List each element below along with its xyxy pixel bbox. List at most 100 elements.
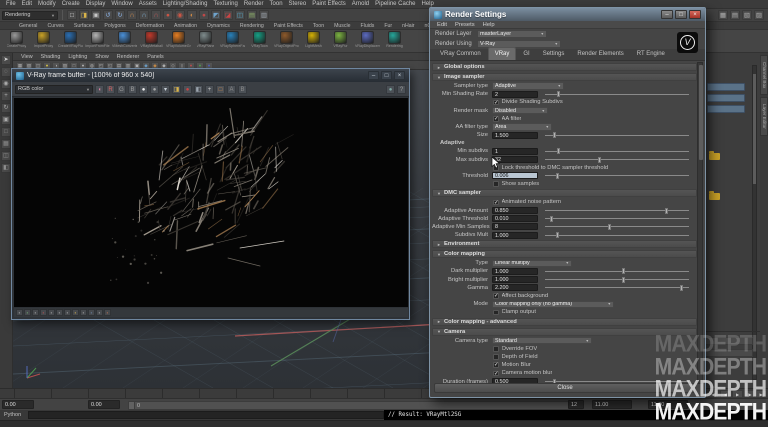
menu-pipeline-cache[interactable]: Pipeline Cache — [372, 0, 418, 9]
rotate-tool-icon[interactable]: ↻ — [1, 103, 11, 113]
current-frame-field[interactable]: 12 — [568, 400, 584, 409]
follow-mouse-icon[interactable]: + — [205, 84, 214, 94]
slider-handle[interactable] — [557, 148, 561, 155]
shelf-tab-dynamics[interactable]: Dynamics — [202, 22, 235, 30]
input-dark-multiplier[interactable]: 1.000 — [492, 267, 538, 275]
vp-menu-lighting[interactable]: Lighting — [64, 53, 91, 60]
fbb-10-icon[interactable]: ▪ — [88, 309, 95, 316]
shelf-item-importfromfile[interactable]: ImportFromFile — [85, 31, 110, 52]
render-settings-icon[interactable]: ● — [199, 10, 209, 20]
slider-max-subdivs[interactable] — [545, 156, 689, 163]
minimize-button[interactable]: – — [368, 71, 379, 80]
blue-channel-icon[interactable]: B — [128, 84, 137, 94]
slider-handle[interactable] — [679, 284, 683, 291]
menu-display[interactable]: Display — [83, 0, 109, 9]
shelf-tab-muscle[interactable]: Muscle — [329, 22, 355, 30]
close-button[interactable]: × — [689, 10, 701, 19]
slider-handle[interactable] — [555, 232, 559, 239]
shelf-tab-fur[interactable]: Fur — [379, 22, 397, 30]
close-button[interactable]: × — [394, 71, 405, 80]
transport-button[interactable]: ◀| — [708, 390, 719, 398]
channel-field[interactable] — [707, 105, 745, 113]
stamp-icon[interactable]: ● — [386, 84, 395, 94]
fbb-4-icon[interactable]: ▪ — [40, 309, 47, 316]
render-view-icon[interactable]: ● — [163, 10, 173, 20]
input-size[interactable]: 1.500 — [492, 131, 538, 139]
move-tool-icon[interactable]: + — [1, 91, 11, 101]
input-gamma[interactable]: 2.200 — [492, 284, 538, 292]
rs-menu-edit[interactable]: Edit — [433, 21, 451, 28]
vp-menu-shading[interactable]: Shading — [37, 53, 65, 60]
input-bright-multiplier[interactable]: 1.000 — [492, 276, 538, 284]
slider-adaptive-amount[interactable] — [545, 207, 689, 214]
input-adaptive-amount[interactable]: 0.850 — [492, 207, 538, 215]
playback-start-field[interactable]: 0.00 — [88, 400, 120, 409]
fbb-6-icon[interactable]: ▪ — [56, 309, 63, 316]
duplicate-buffer-icon[interactable]: ◧ — [194, 84, 203, 94]
checkbox-motion-blur[interactable]: ✓ — [493, 362, 499, 368]
slider-bright-multiplier[interactable] — [545, 276, 689, 283]
slider-gamma[interactable] — [545, 284, 689, 291]
shelf-item-vmeshconverter[interactable]: VMeshConverter — [112, 31, 137, 52]
tab-settings[interactable]: Settings — [537, 48, 571, 60]
section-image-sampler[interactable]: ▼ Image sampler — [432, 73, 697, 81]
input-adaptive-min-samples[interactable]: 8 — [492, 223, 538, 231]
layout-single-icon[interactable]: □ — [1, 127, 11, 137]
minimize-button[interactable]: – — [661, 10, 673, 19]
paint-select-tool-icon[interactable]: ◉ — [1, 79, 11, 89]
fbb-3-icon[interactable]: ▪ — [32, 309, 39, 316]
outline-icon-icon[interactable]: ▧ — [742, 10, 752, 20]
white-balance-icon[interactable]: ● — [139, 84, 148, 94]
layout-split-icon[interactable]: ◫ — [1, 151, 11, 161]
transport-button[interactable]: |▶ — [744, 390, 755, 398]
slider-min-subdivs[interactable] — [545, 148, 689, 155]
slider-handle[interactable] — [622, 268, 626, 275]
checkbox-clamp-output[interactable] — [493, 309, 499, 316]
load-image-icon[interactable]: ◨ — [172, 84, 181, 94]
slider-threshold[interactable] — [545, 172, 689, 179]
menu-create[interactable]: Create — [59, 0, 83, 9]
section-camera[interactable]: ▼ Camera — [432, 327, 697, 336]
fbb-8-icon[interactable]: ▪ — [72, 309, 79, 316]
slider-min-shading-rate[interactable] — [545, 91, 689, 98]
shelf-tab-fluids[interactable]: Fluids — [356, 22, 380, 30]
snap-grid-icon[interactable]: ∩ — [127, 10, 137, 20]
shelf-item-vrayspherefade[interactable]: VRaySphereFade — [220, 31, 245, 52]
compare-a-icon[interactable]: A — [227, 84, 236, 94]
fbb-1-icon[interactable]: ▪ — [16, 309, 23, 316]
dropdown-render-mask[interactable]: Disabled ▼ — [492, 106, 548, 115]
vp-menu-panels[interactable]: Panels — [143, 53, 167, 60]
snap-curve-icon[interactable]: ∩ — [139, 10, 149, 20]
slider-handle[interactable] — [597, 156, 601, 163]
shelf-tab-toon[interactable]: Toon — [308, 22, 329, 30]
red-channel-icon[interactable]: R — [106, 84, 115, 94]
shelf-tab-animation[interactable]: Animation — [169, 22, 202, 30]
slider-handle[interactable] — [557, 91, 561, 98]
layer-row[interactable] — [705, 349, 753, 357]
help-icon[interactable]: ? — [397, 84, 406, 94]
rs-scrollbar[interactable] — [697, 62, 703, 384]
tab-vray[interactable]: VRay — [487, 47, 517, 60]
checkbox-affect-background[interactable]: ✓ — [493, 293, 499, 299]
transport-button[interactable]: ◀ — [720, 390, 731, 398]
section-environment[interactable]: ► Environment — [432, 240, 697, 249]
compare-b-icon[interactable]: B — [238, 84, 247, 94]
shelf-item-vraydisplacement[interactable]: VRayDisplacement — [355, 31, 380, 52]
shelf-item-vrayvolumegrid[interactable]: VRayVolumeGrid — [166, 31, 191, 52]
hypershade-icon[interactable]: ◩ — [211, 10, 221, 20]
dropdown-type[interactable]: Linear multiply ▼ — [492, 259, 572, 267]
anim-end-field[interactable]: 11.00 — [648, 400, 688, 409]
fbb-11-icon[interactable]: ▪ — [96, 309, 103, 316]
shelf-tab-nhair[interactable]: nHair — [397, 22, 419, 30]
fbb-7-icon[interactable]: ▪ — [64, 309, 71, 316]
slider-handle[interactable] — [550, 215, 554, 222]
scrollbar-thumb[interactable] — [753, 74, 756, 184]
fb-title-bar[interactable]: V-Ray frame buffer - [100% of 960 x 540]… — [12, 69, 409, 82]
shelf-tab-deformation[interactable]: Deformation — [131, 22, 169, 30]
menu-edit[interactable]: Edit — [19, 0, 35, 9]
shelf-tab-polygons[interactable]: Polygons — [99, 22, 130, 30]
side-tab-channel-box[interactable]: Channel Box — [760, 55, 768, 96]
side-tab-layer-editor[interactable]: Layer Editor — [760, 97, 768, 137]
scale-tool-icon[interactable]: ▣ — [1, 115, 11, 125]
section-dmc-sampler[interactable]: ▼ DMC sampler — [432, 189, 697, 198]
